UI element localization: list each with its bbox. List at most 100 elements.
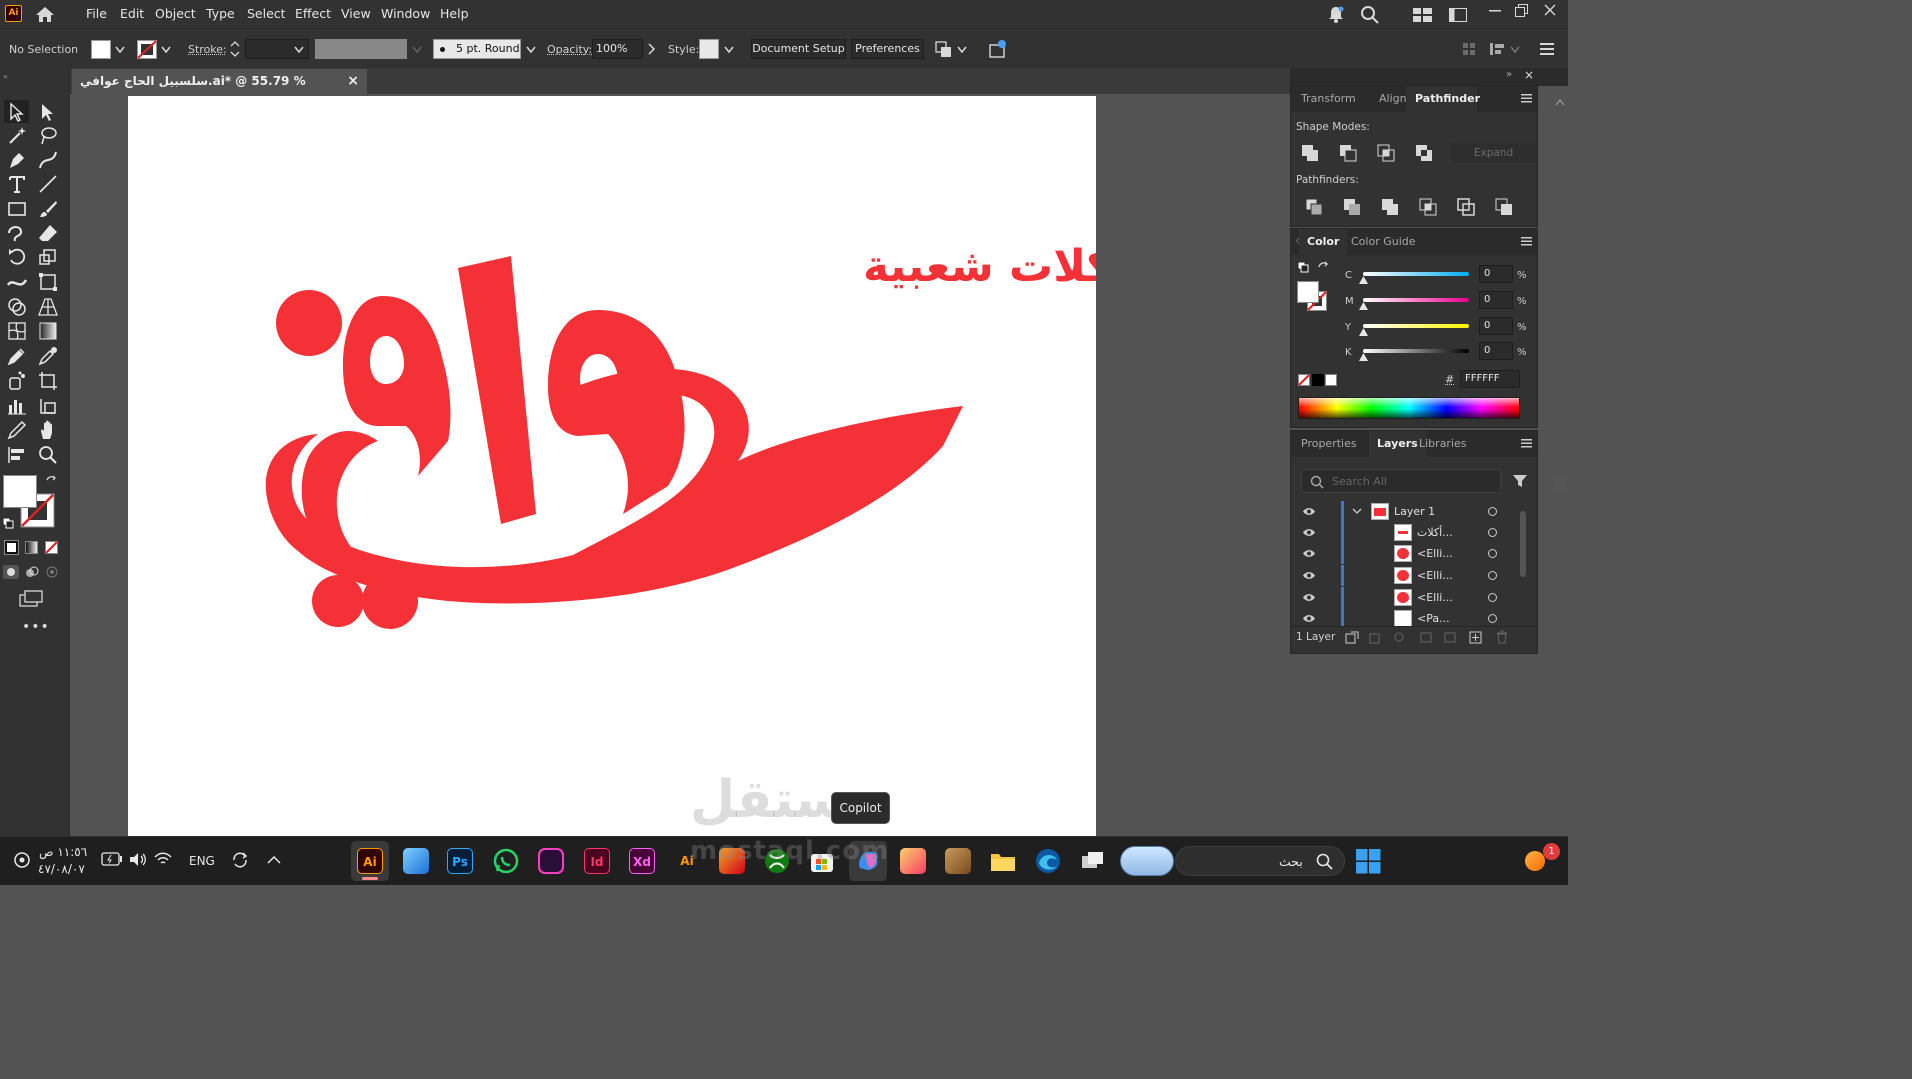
magenta-slider-thumb[interactable] [1359, 302, 1368, 310]
chevron-down-icon[interactable] [294, 46, 304, 54]
black-slider[interactable] [1363, 349, 1469, 353]
slice-tool-icon[interactable] [37, 395, 59, 417]
stroke-stepper-icon[interactable] [230, 39, 240, 59]
rotate-tool-icon[interactable] [6, 246, 28, 268]
taskbar-app-purple[interactable] [538, 848, 564, 874]
eraser-tool-icon[interactable] [37, 222, 59, 244]
eyedropper-tool-icon[interactable] [6, 345, 28, 367]
swap-fill-stroke-icon[interactable] [1317, 261, 1330, 274]
intersect-icon[interactable] [1377, 144, 1395, 162]
target-icon[interactable] [1488, 593, 1497, 602]
layer-row-item-3[interactable]: <Elli... [1297, 565, 1527, 586]
magic-wand-tool-icon[interactable] [6, 125, 28, 147]
wifi-icon[interactable] [154, 852, 172, 866]
menu-select[interactable]: Select [247, 6, 286, 21]
taskbar-file-explorer[interactable] [990, 850, 1016, 872]
pencil-tool-icon[interactable] [6, 419, 28, 441]
arrange-icon[interactable] [934, 40, 954, 58]
menu-type[interactable]: Type [206, 6, 235, 21]
scale-tool-icon[interactable] [37, 246, 59, 268]
blend-tool-icon[interactable] [37, 345, 59, 367]
menu-window[interactable]: Window [381, 6, 430, 21]
hex-input[interactable]: FFFFFF [1460, 370, 1520, 388]
zoom-tool-icon[interactable] [37, 444, 59, 466]
search-icon[interactable] [1360, 5, 1380, 24]
layers-search-box[interactable]: Search All [1301, 469, 1501, 493]
cyan-input[interactable]: 0 [1479, 265, 1513, 283]
draw-normal-icon[interactable] [3, 565, 19, 579]
column-graph-tool-icon[interactable] [6, 395, 28, 417]
paintbrush-tool-icon[interactable] [37, 198, 59, 220]
pen-tool-icon[interactable] [6, 149, 28, 171]
menu-file[interactable]: File [86, 6, 107, 21]
align-tool-icon[interactable] [6, 444, 28, 466]
eye-icon[interactable] [1302, 571, 1316, 580]
collapse-panel-icon[interactable]: « [3, 72, 8, 81]
locate-object-icon[interactable] [1369, 631, 1383, 644]
target-icon[interactable] [1488, 528, 1497, 537]
color-mode-icon[interactable] [4, 540, 19, 555]
expand-button[interactable]: Expand [1451, 143, 1536, 163]
target-icon[interactable] [1488, 507, 1497, 516]
hand-tool-icon[interactable] [37, 419, 59, 441]
taskbar-date[interactable]: ٤٧/٠٨/٠٧ [38, 862, 85, 876]
curvature-tool-icon[interactable] [37, 149, 59, 171]
quick-swatches[interactable] [1298, 374, 1338, 386]
collect-export-icon[interactable] [1345, 631, 1359, 644]
chevron-up-icon[interactable] [1555, 98, 1565, 106]
color-fill-swatch[interactable] [1297, 281, 1319, 303]
outline-icon[interactable] [1457, 198, 1475, 216]
properties-menu-icon[interactable] [1539, 41, 1555, 57]
chevron-down-icon[interactable] [724, 46, 734, 54]
tab-color-guide[interactable]: Color Guide [1343, 229, 1424, 255]
tab-pathfinder[interactable]: Pathfinder [1407, 86, 1480, 112]
taskbar-edge[interactable] [1035, 848, 1061, 874]
color-spectrum[interactable] [1298, 397, 1520, 419]
eye-icon[interactable] [1302, 614, 1316, 623]
sync-icon[interactable] [230, 850, 250, 870]
start-button-icon[interactable] [1356, 849, 1381, 874]
minus-front-icon[interactable] [1339, 144, 1357, 162]
panel-menu-icon[interactable] [1521, 237, 1532, 246]
widgets-button[interactable] [1120, 846, 1174, 876]
target-icon[interactable] [1488, 614, 1497, 623]
close-dock-icon[interactable]: × [1524, 68, 1534, 82]
artboard[interactable]: أكلات شعبية [128, 96, 1127, 836]
screen-mode-icon[interactable] [19, 590, 43, 608]
transform-panel-icon[interactable] [1489, 41, 1505, 57]
graphic-style-swatch[interactable] [699, 39, 719, 59]
volume-icon[interactable] [129, 852, 147, 867]
black-slider-thumb[interactable] [1359, 353, 1368, 361]
chevron-down-icon[interactable] [115, 46, 125, 54]
taskbar-xd[interactable]: Xd [629, 848, 655, 874]
black-input[interactable]: 0 [1479, 342, 1513, 360]
item-name[interactable]: <Elli... [1417, 591, 1453, 604]
rectangle-tool-icon[interactable] [6, 198, 28, 220]
variable-width-profile[interactable] [315, 39, 407, 59]
target-icon[interactable] [1488, 571, 1497, 580]
lasso-tool-icon[interactable] [37, 125, 59, 147]
perspective-grid-tool-icon[interactable] [37, 296, 59, 318]
taskbar-game-app-3[interactable] [945, 848, 971, 874]
target-icon[interactable] [1488, 549, 1497, 558]
layer-name[interactable]: Layer 1 [1394, 505, 1435, 518]
selection-tool-icon[interactable] [6, 101, 28, 123]
menu-view[interactable]: View [341, 6, 371, 21]
battery-icon[interactable] [101, 852, 123, 866]
yellow-slider[interactable] [1363, 324, 1469, 328]
chevron-down-icon[interactable] [957, 46, 967, 54]
swap-colors-icon[interactable] [45, 475, 57, 487]
notification-icon[interactable] [1328, 6, 1344, 23]
chevron-right-icon[interactable] [648, 43, 656, 55]
dock-scroll-handle[interactable] [1553, 472, 1567, 496]
mesh-tool-icon[interactable] [6, 320, 28, 342]
gradient-tool-icon[interactable] [37, 320, 59, 342]
layer-row-item-5[interactable]: <Pa... [1297, 608, 1527, 626]
tab-transform[interactable]: Transform [1293, 86, 1364, 112]
type-tool-icon[interactable] [6, 173, 28, 195]
more-tools-icon[interactable]: ••• [22, 619, 50, 635]
width-tool-icon[interactable] [6, 271, 28, 293]
workspace-icon[interactable] [1449, 8, 1467, 22]
minimize-icon[interactable] [1489, 10, 1501, 14]
tab-libraries[interactable]: Libraries [1411, 431, 1475, 457]
